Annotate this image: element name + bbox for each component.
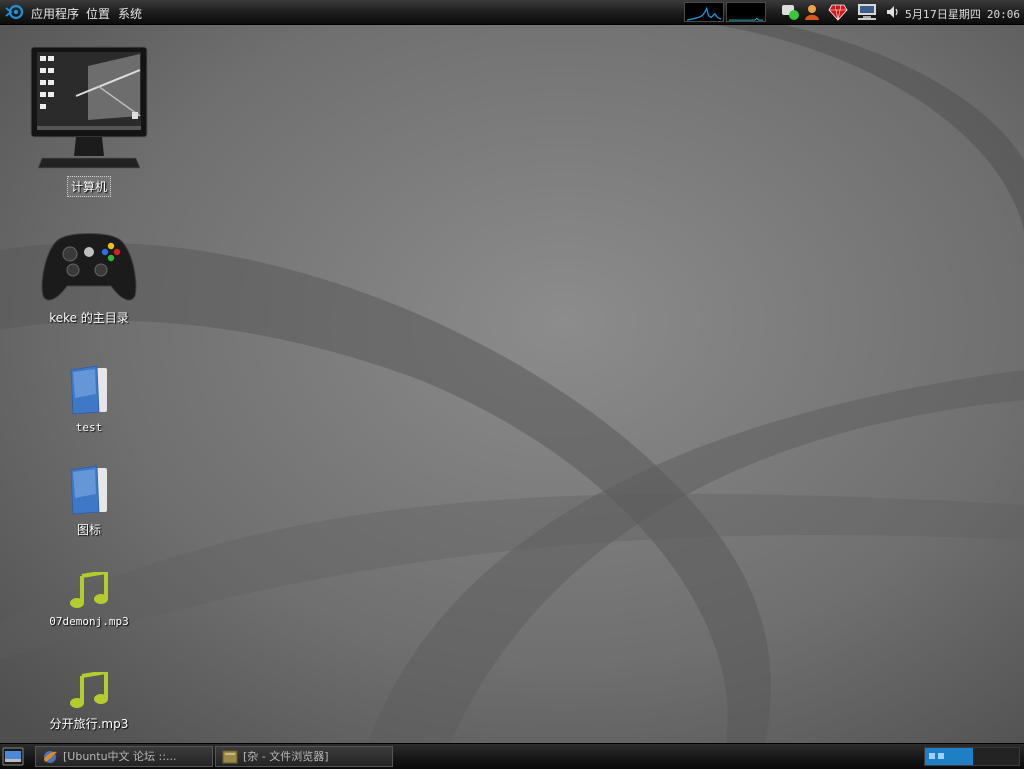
music-note-icon (70, 672, 108, 708)
taskbar-button-browser[interactable]: [Ubuntu中文 论坛 ::... (35, 746, 213, 767)
music-note-icon (70, 572, 108, 608)
folder-icon (222, 750, 238, 764)
menu-places[interactable]: 位置 (86, 5, 110, 22)
network-monitor-graph[interactable] (726, 2, 766, 22)
browser-icon (44, 751, 57, 763)
workspace-pager-icon (925, 748, 1019, 765)
desktop-icon-audio-file-2[interactable]: 分开旅行.mp3 (18, 672, 160, 733)
volume-icon[interactable] (885, 3, 901, 21)
clock-time: 20:06 (986, 8, 1020, 21)
chat-status-icon[interactable] (780, 3, 802, 21)
desktop-icon-label: 07demonj.mp3 (49, 615, 129, 628)
taskbar-button-file-browser[interactable]: [杂 - 文件浏览器] (215, 746, 393, 767)
desktop-icon-home-folder[interactable]: keke 的主目录 (18, 230, 160, 327)
desktop-icon-label: test (75, 421, 103, 434)
network-icon[interactable] (856, 3, 880, 21)
menu-applications[interactable]: 应用程序 (31, 5, 79, 22)
bottom-panel: [Ubuntu中文 论坛 ::... [杂 - 文件浏览器] (0, 743, 1024, 769)
cpu-monitor-graph[interactable] (684, 2, 724, 22)
show-desktop-icon[interactable] (2, 747, 24, 766)
desktop-icon-audio-file-1[interactable]: 07demonj.mp3 (18, 572, 160, 629)
desktop-icon-label: 计算机 (66, 176, 111, 197)
taskbar-button-label: [杂 - 文件浏览器] (243, 750, 329, 763)
desktop-icon-label: 图标 (76, 523, 101, 537)
blue-folder-icon (70, 465, 107, 515)
menu-system[interactable]: 系统 (118, 5, 142, 22)
ruby-icon[interactable] (828, 3, 848, 21)
clock[interactable]: 5月17日星期四 20:06 (905, 6, 1020, 22)
gamepad-icon (41, 233, 137, 301)
desktop-icon-computer[interactable]: 计算机 (18, 46, 160, 197)
workspace-switcher[interactable] (924, 747, 1020, 766)
clock-date: 5月17日星期四 (904, 8, 981, 21)
desktop-icon-folder-test[interactable]: test (18, 364, 160, 435)
desktop-icon-label: 分开旅行.mp3 (49, 717, 129, 731)
blue-folder-icon (70, 365, 107, 415)
taskbar-button-label: [Ubuntu中文 论坛 ::... (63, 750, 177, 763)
top-panel: 应用程序 位置 系统 5月17日星期四 20:06 (0, 0, 1024, 25)
desktop-icon-folder-icons[interactable]: 图标 (18, 464, 160, 539)
main-menu-logo-icon[interactable] (5, 3, 25, 21)
desktop-icon-label: keke 的主目录 (49, 311, 129, 325)
computer-monitor-icon (30, 46, 148, 169)
user-icon[interactable] (803, 3, 821, 21)
